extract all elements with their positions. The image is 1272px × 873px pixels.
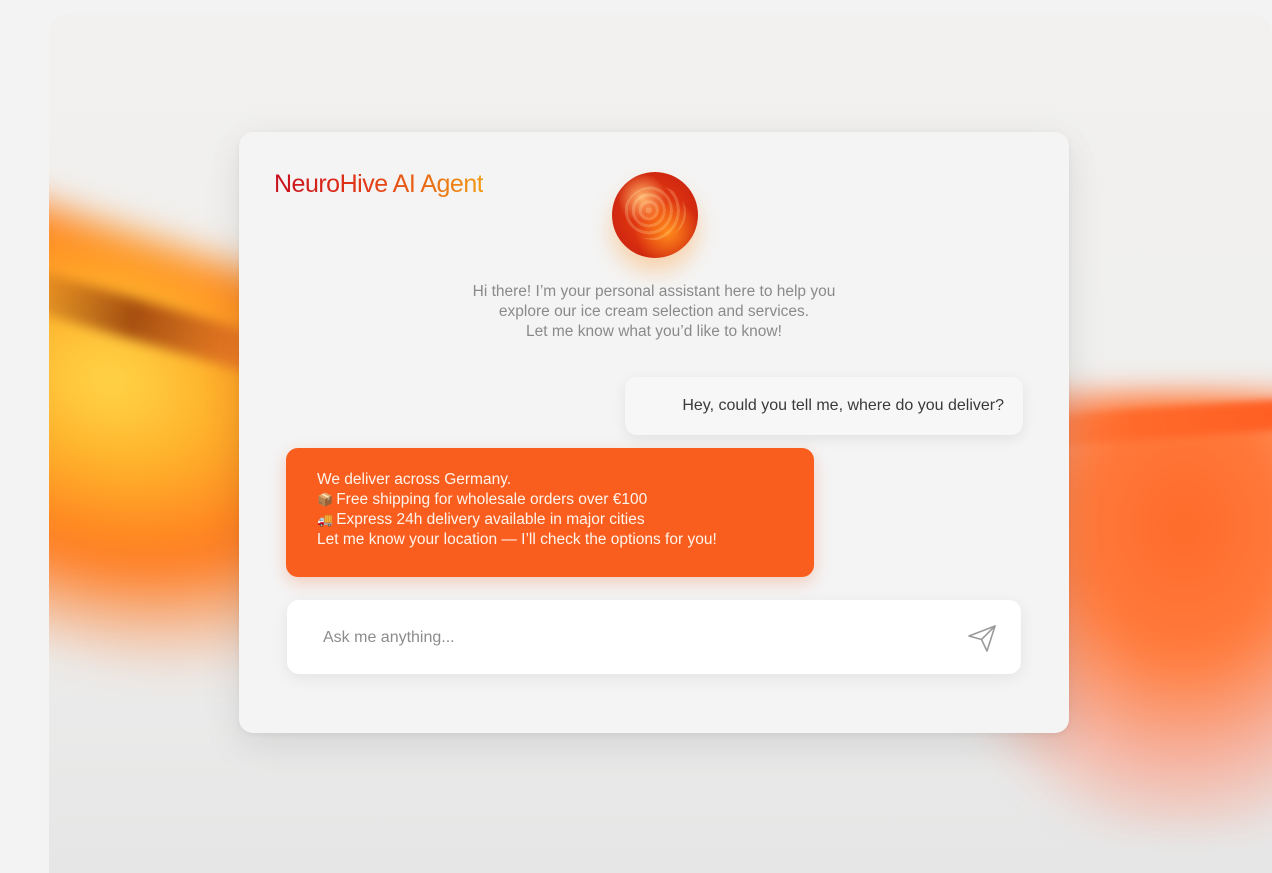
user-message-bubble: Hey, could you tell me, where do you del… xyxy=(625,377,1023,435)
message-composer xyxy=(287,600,1021,674)
assistant-message-line: 🚚 Express 24h delivery available in major… xyxy=(317,510,783,530)
assistant-message-line: We deliver across Germany. xyxy=(317,470,783,490)
greeting-line: explore our ice cream selection and serv… xyxy=(498,303,810,320)
send-button[interactable] xyxy=(963,619,1001,657)
assistant-message-line: 📦 Free shipping for wholesale orders over… xyxy=(317,490,783,510)
message-input[interactable] xyxy=(321,622,925,654)
greeting-line: Let me know what you’d like to know! xyxy=(526,323,782,340)
package-icon: 📦 xyxy=(317,492,334,507)
send-icon xyxy=(968,625,996,652)
assistant-message-text: Let me know your location — I’ll check t… xyxy=(317,531,717,548)
greeting-message: Hi there! I’m your personal assistant he… xyxy=(389,282,919,342)
greeting-line: Hi there! I’m your personal assistant he… xyxy=(472,283,836,300)
assistant-message-text: Express 24h delivery available in major … xyxy=(336,511,645,528)
brand-title: NeuroHive AI Agent xyxy=(274,170,484,198)
assistant-message-text: We deliver across Germany. xyxy=(317,471,512,488)
assistant-orb-avatar xyxy=(612,172,698,258)
user-message-text: Hey, could you tell me, where do you del… xyxy=(682,397,1004,414)
chat-widget: NeuroHive AI Agent Hi there! I’m your pe… xyxy=(239,132,1069,733)
assistant-message-line: Let me know your location — I’ll check t… xyxy=(317,530,783,550)
assistant-message-bubble: We deliver across Germany. 📦 Free shippin… xyxy=(286,448,814,577)
assistant-message-text: Free shipping for wholesale orders over … xyxy=(336,491,648,508)
delivery-truck-icon: 🚚 xyxy=(317,512,334,527)
